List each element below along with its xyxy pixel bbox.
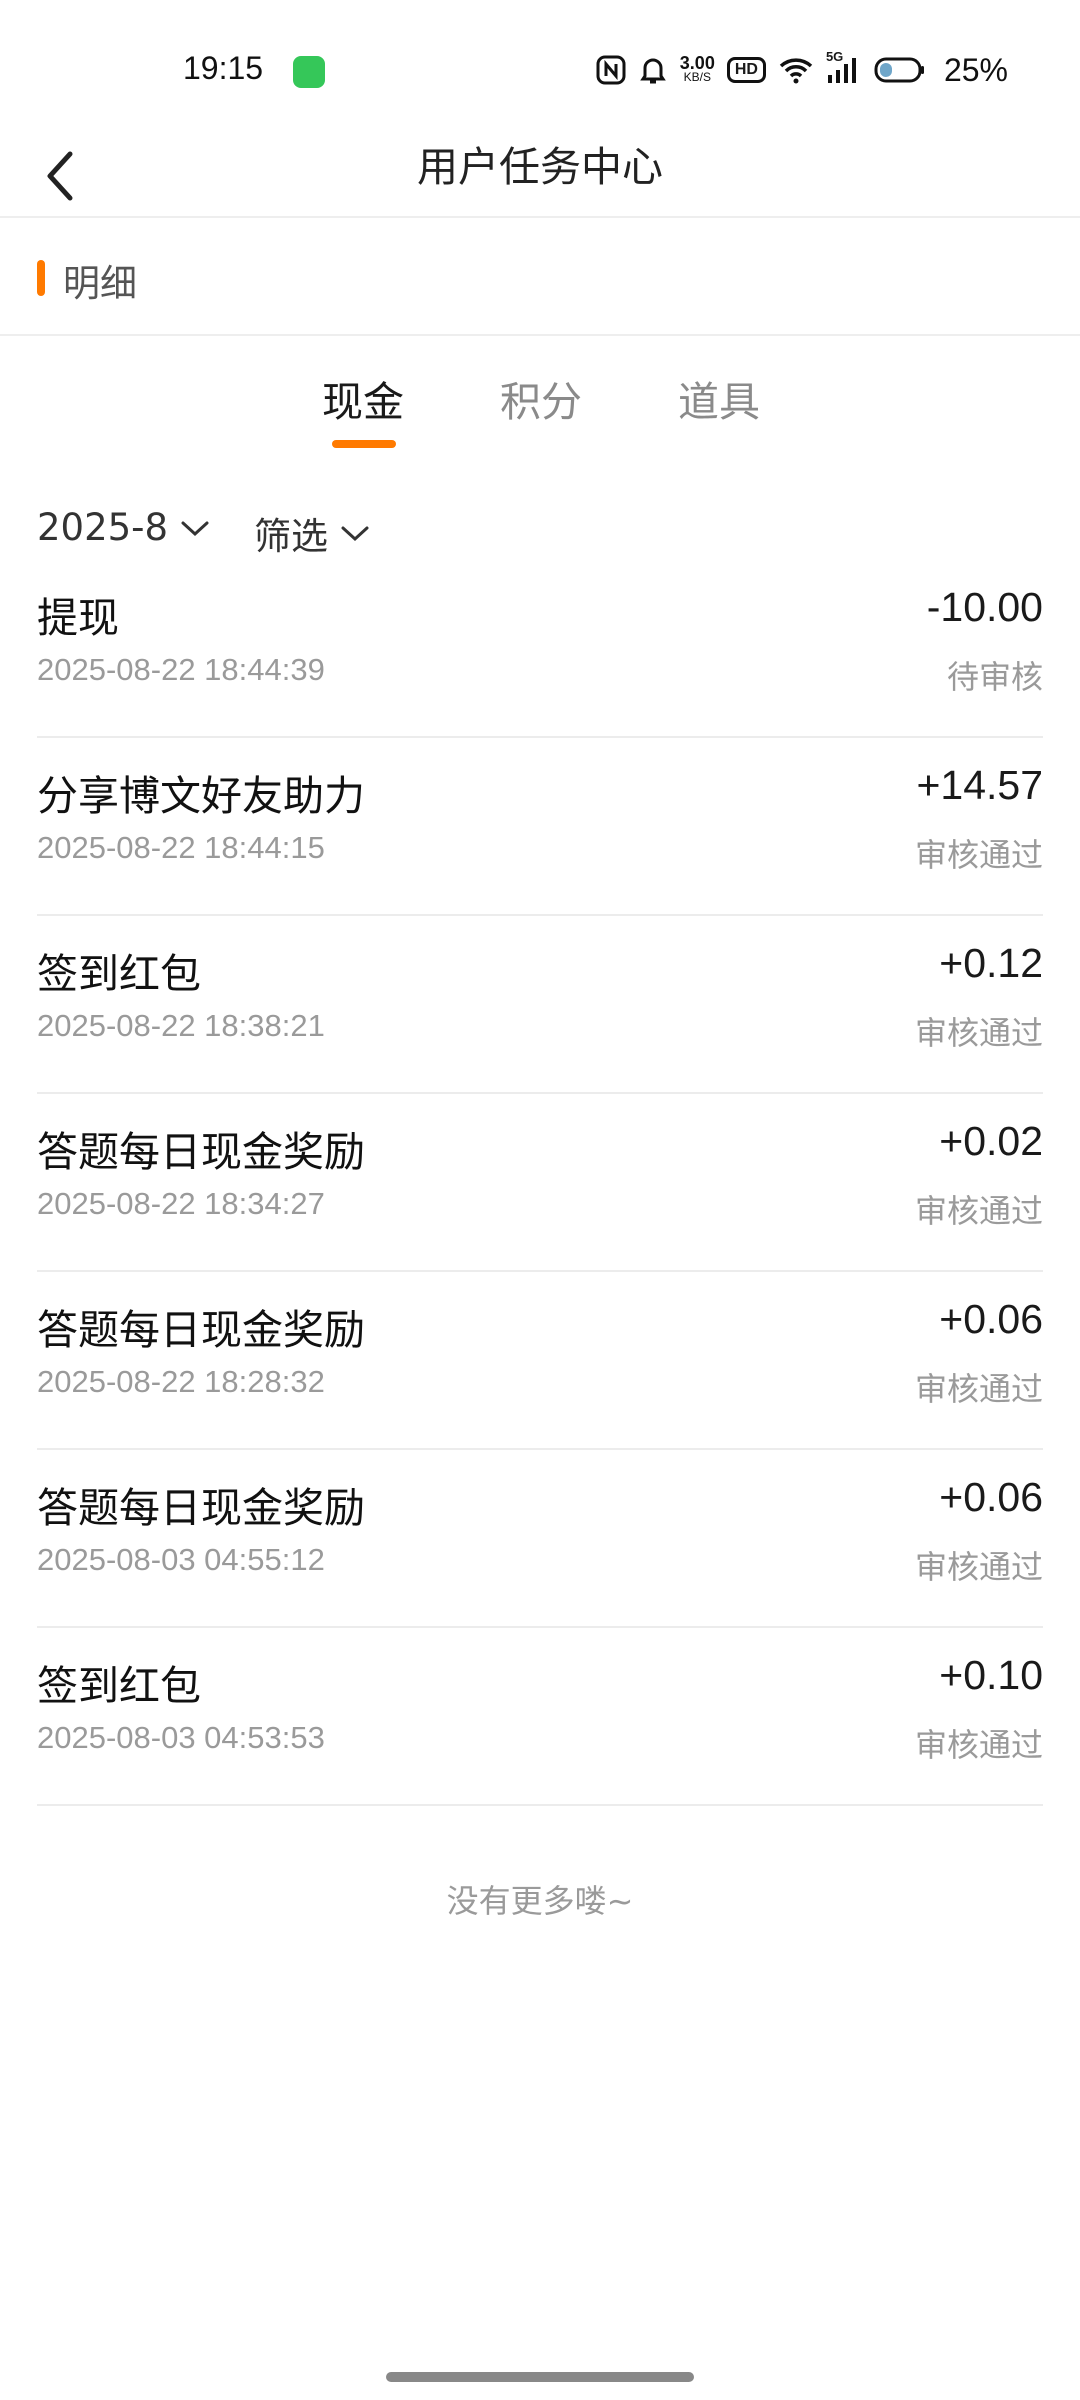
section-accent-bar: [37, 260, 45, 296]
list-item[interactable]: 答题每日现金奖励 2025-08-03 04:55:12 +0.06 审核通过: [37, 1450, 1043, 1628]
home-indicator[interactable]: [386, 2372, 694, 2382]
item-amount: +0.12: [939, 940, 1043, 986]
chevron-down-icon: [340, 523, 370, 543]
item-amount: +0.06: [939, 1474, 1043, 1520]
item-amount: +14.57: [916, 762, 1043, 808]
list-item[interactable]: 答题每日现金奖励 2025-08-22 18:34:27 +0.02 审核通过: [37, 1094, 1043, 1272]
item-time: 2025-08-22 18:44:39: [37, 652, 325, 687]
filter-dropdown[interactable]: 筛选: [254, 506, 370, 560]
section-divider: [0, 334, 1080, 336]
item-amount: +0.06: [939, 1296, 1043, 1342]
chevron-down-icon: [180, 518, 210, 538]
header-divider: [0, 216, 1080, 218]
battery-percent: 25%: [943, 51, 1008, 88]
item-time: 2025-08-22 18:44:15: [37, 830, 325, 865]
transaction-list: 提现 2025-08-22 18:44:39 -10.00 待审核 分享博文好友…: [37, 560, 1043, 1806]
signal-5g-icon: 5G: [826, 49, 862, 85]
page-title: 用户任务中心: [417, 143, 663, 191]
section-title: 明细: [63, 262, 137, 305]
net-speed-value: 3.00: [679, 53, 715, 73]
net-speed: 3.00 KB/S: [679, 53, 715, 84]
signal-label: 5G: [825, 49, 844, 64]
battery-icon: [874, 56, 926, 84]
tab-items[interactable]: 道具: [678, 368, 760, 428]
item-time: 2025-08-22 18:34:27: [37, 1186, 325, 1221]
item-time: 2025-08-03 04:53:53: [37, 1720, 325, 1755]
list-item[interactable]: 签到红包 2025-08-03 04:53:53 +0.10 审核通过: [37, 1628, 1043, 1806]
filter-row: 2025-8 筛选: [0, 500, 1080, 564]
item-time: 2025-08-22 18:38:21: [37, 1008, 325, 1043]
item-title: 答题每日现金奖励: [37, 1306, 365, 1354]
list-item[interactable]: 答题每日现金奖励 2025-08-22 18:28:32 +0.06 审核通过: [37, 1272, 1043, 1450]
list-item[interactable]: 签到红包 2025-08-22 18:38:21 +0.12 审核通过: [37, 916, 1043, 1094]
list-item[interactable]: 分享博文好友助力 2025-08-22 18:44:15 +14.57 审核通过: [37, 738, 1043, 916]
item-amount: +0.10: [939, 1652, 1043, 1698]
item-title: 提现: [37, 594, 119, 642]
item-status: 待审核: [946, 658, 1043, 696]
app-header: 用户任务中心: [0, 140, 1080, 218]
message-app-icon: [293, 56, 325, 88]
list-item[interactable]: 提现 2025-08-22 18:44:39 -10.00 待审核: [37, 560, 1043, 738]
item-title: 答题每日现金奖励: [37, 1128, 365, 1176]
item-title: 分享博文好友助力: [37, 772, 365, 820]
section-header: 明细: [0, 220, 1080, 334]
tab-bar: 现金 积分 道具: [0, 360, 1080, 460]
filter-label: 筛选: [254, 515, 328, 558]
hd-icon: HD: [726, 57, 766, 83]
tab-cash[interactable]: 现金: [322, 368, 404, 428]
item-status: 审核通过: [914, 1014, 1043, 1052]
item-amount: +0.02: [939, 1118, 1043, 1164]
item-title: 答题每日现金奖励: [37, 1484, 365, 1532]
item-amount: -10.00: [926, 584, 1043, 630]
item-status: 审核通过: [914, 1548, 1043, 1586]
silent-bell-icon: [638, 54, 668, 86]
tab-active-indicator: [332, 440, 396, 448]
tab-points[interactable]: 积分: [500, 368, 582, 428]
month-picker[interactable]: 2025-8: [37, 506, 210, 549]
status-time: 19:15: [183, 50, 264, 86]
item-status: 审核通过: [914, 1192, 1043, 1230]
item-title: 签到红包: [37, 1662, 201, 1710]
no-more-text: 没有更多喽~: [446, 1882, 634, 1920]
wifi-icon: [778, 56, 814, 84]
item-title: 签到红包: [37, 950, 201, 998]
item-time: 2025-08-03 04:55:12: [37, 1542, 325, 1577]
item-status: 审核通过: [914, 1726, 1043, 1764]
month-label: 2025-8: [37, 506, 169, 549]
item-time: 2025-08-22 18:28:32: [37, 1364, 325, 1399]
status-icons: 3.00 KB/S HD 5G 25%: [596, 48, 1008, 92]
item-status: 审核通过: [914, 1370, 1043, 1408]
net-speed-unit: KB/S: [683, 70, 711, 84]
hd-label: HD: [726, 57, 766, 83]
item-status: 审核通过: [914, 836, 1043, 874]
nfc-icon: [596, 55, 626, 85]
status-bar: 19:15 3.00 KB/S HD 5G 25%: [0, 0, 1080, 140]
